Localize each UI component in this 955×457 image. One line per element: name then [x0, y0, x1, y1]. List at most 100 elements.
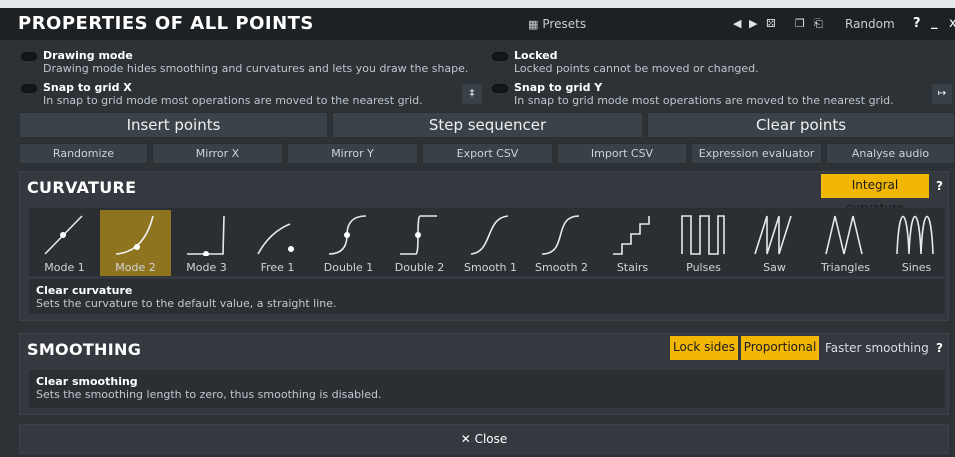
- smoothing-panel: SMOOTHING Lock sides Proportional Faster…: [19, 333, 949, 415]
- mode-2-button[interactable]: Mode 2: [100, 210, 171, 276]
- presets-label: Presets: [542, 17, 587, 31]
- drawing-mode-toggle[interactable]: [21, 52, 37, 61]
- drawing-mode-description: Drawing mode hides smoothing and curvatu…: [43, 62, 469, 75]
- free-1-label: Free 1: [260, 261, 295, 274]
- help-button[interactable]: ?: [913, 16, 921, 31]
- curvature-help-button[interactable]: ?: [936, 179, 943, 193]
- stairs-label: Stairs: [616, 261, 649, 274]
- presets-button[interactable]: ▦ Presets: [528, 17, 586, 31]
- curvature-info-box: Clear curvature Sets the curvature to th…: [29, 279, 945, 314]
- sines-label: Sines: [901, 261, 932, 274]
- curvature-info-title: Clear curvature: [36, 284, 133, 297]
- step-sequencer-button[interactable]: Step sequencer: [332, 112, 643, 138]
- minimize-button[interactable]: _: [931, 15, 938, 30]
- triangles-button[interactable]: Triangles: [810, 210, 881, 276]
- smooth-2-label: Smooth 2: [535, 261, 588, 274]
- randomize-dice-icon[interactable]: ⚄: [766, 17, 776, 30]
- pulses-label: Pulses: [686, 261, 721, 274]
- snap-x-description: In snap to grid mode most operations are…: [43, 94, 423, 107]
- title-bar: PROPERTIES OF ALL POINTS ▦ Presets ◀ ▶ ⚄ …: [0, 8, 955, 40]
- random-button[interactable]: Random: [845, 17, 895, 31]
- snap-x-toggle[interactable]: [21, 84, 37, 93]
- curvature-panel: CURVATURE Integral curvature ? Mode 1 Mo…: [19, 171, 949, 321]
- stairs-curve-icon: [613, 216, 650, 255]
- sines-curve-icon: [896, 216, 934, 255]
- drawing-mode-option[interactable]: Drawing mode Drawing mode hides smoothin…: [21, 49, 491, 79]
- integral-curvature-button[interactable]: Integral curvature: [821, 174, 929, 215]
- snap-x-option[interactable]: Snap to grid X In snap to grid mode most…: [21, 81, 451, 111]
- smoothing-info-box: Clear smoothing Sets the smoothing lengt…: [29, 370, 945, 408]
- snap-x-settings-icon[interactable]: ‡: [462, 84, 482, 104]
- proportional-button[interactable]: Proportional: [741, 336, 819, 360]
- mode-2-curve-icon: [115, 215, 154, 255]
- analyse-audio-button[interactable]: Analyse audio: [826, 143, 955, 164]
- previous-preset-icon[interactable]: ◀: [733, 17, 741, 30]
- smoothing-title: SMOOTHING: [27, 340, 142, 359]
- mode-3-button[interactable]: Mode 3: [171, 210, 242, 276]
- snap-y-settings-icon[interactable]: ↦: [932, 84, 952, 104]
- curvature-title: CURVATURE: [27, 178, 137, 197]
- stairs-button[interactable]: Stairs: [597, 210, 668, 276]
- top-border: [0, 0, 955, 8]
- smoothing-help-button[interactable]: ?: [936, 341, 943, 355]
- mode-3-label: Mode 3: [186, 261, 227, 274]
- smooth-2-button[interactable]: Smooth 2: [526, 210, 597, 276]
- triangles-label: Triangles: [821, 261, 870, 274]
- locked-option[interactable]: Locked Locked points cannot be moved or …: [492, 49, 912, 79]
- next-preset-icon[interactable]: ▶: [749, 17, 757, 30]
- free-1-curve-icon: [257, 223, 294, 255]
- smooth-1-label: Smooth 1: [464, 261, 517, 274]
- properties-window: PROPERTIES OF ALL POINTS ▦ Presets ◀ ▶ ⚄ …: [0, 0, 955, 457]
- lock-sides-button[interactable]: Lock sides: [670, 336, 738, 360]
- double-2-label: Double 2: [394, 261, 445, 274]
- copy-icon[interactable]: ❐: [795, 17, 805, 30]
- double-1-label: Double 1: [323, 261, 374, 274]
- expression-evaluator-button[interactable]: Expression evaluator: [691, 143, 822, 164]
- close-icon[interactable]: x: [949, 16, 955, 31]
- curvature-mode-list: Mode 1 Mode 2 Mode 3 Free 1 Double 1 Dou…: [29, 208, 945, 276]
- smoothing-info-description: Sets the smoothing length to zero, thus …: [36, 388, 382, 401]
- mode-1-label: Mode 1: [44, 261, 85, 274]
- locked-description: Locked points cannot be moved or changed…: [514, 62, 759, 75]
- pulses-button[interactable]: Pulses: [668, 210, 739, 276]
- close-button[interactable]: ✕ Close: [19, 424, 949, 454]
- triangles-curve-icon: [825, 215, 863, 255]
- clear-points-button[interactable]: Clear points: [647, 112, 955, 138]
- snap-y-option[interactable]: Snap to grid Y In snap to grid mode most…: [492, 81, 912, 111]
- mode-2-label: Mode 2: [115, 261, 156, 274]
- double-2-curve-icon: [400, 215, 437, 255]
- snap-y-description: In snap to grid mode most operations are…: [514, 94, 894, 107]
- smooth-2-curve-icon: [541, 215, 580, 255]
- smoothing-info-title: Clear smoothing: [36, 375, 138, 388]
- sines-button[interactable]: Sines: [881, 210, 952, 276]
- locked-label: Locked: [514, 49, 558, 62]
- double-2-button[interactable]: Double 2: [384, 210, 455, 276]
- saw-label: Saw: [763, 261, 786, 274]
- snap-x-label: Snap to grid X: [43, 81, 132, 94]
- smooth-1-curve-icon: [470, 215, 509, 255]
- mirror-y-button[interactable]: Mirror Y: [287, 143, 418, 164]
- mode-1-curve-icon: [44, 215, 83, 255]
- randomize-button[interactable]: Randomize: [19, 143, 148, 164]
- saw-curve-icon: [754, 215, 792, 255]
- double-1-curve-icon: [328, 215, 367, 255]
- free-1-button[interactable]: Free 1: [242, 210, 313, 276]
- export-csv-button[interactable]: Export CSV: [422, 143, 553, 164]
- snap-y-toggle[interactable]: [492, 84, 508, 93]
- paste-icon[interactable]: ⎗: [814, 17, 823, 31]
- locked-toggle[interactable]: [492, 52, 508, 61]
- insert-points-button[interactable]: Insert points: [19, 112, 328, 138]
- mode-1-button[interactable]: Mode 1: [29, 210, 100, 276]
- grid-icon: ▦: [528, 18, 539, 31]
- pulses-curve-icon: [681, 215, 725, 255]
- mode-3-curve-icon: [187, 215, 225, 256]
- drawing-mode-label: Drawing mode: [43, 49, 133, 62]
- curvature-info-description: Sets the curvature to the default value,…: [36, 297, 337, 310]
- smooth-1-button[interactable]: Smooth 1: [455, 210, 526, 276]
- snap-y-label: Snap to grid Y: [514, 81, 603, 94]
- mirror-x-button[interactable]: Mirror X: [152, 143, 283, 164]
- double-1-button[interactable]: Double 1: [313, 210, 384, 276]
- faster-smoothing-button[interactable]: Faster smoothing: [825, 341, 929, 355]
- import-csv-button[interactable]: Import CSV: [557, 143, 687, 164]
- saw-button[interactable]: Saw: [739, 210, 810, 276]
